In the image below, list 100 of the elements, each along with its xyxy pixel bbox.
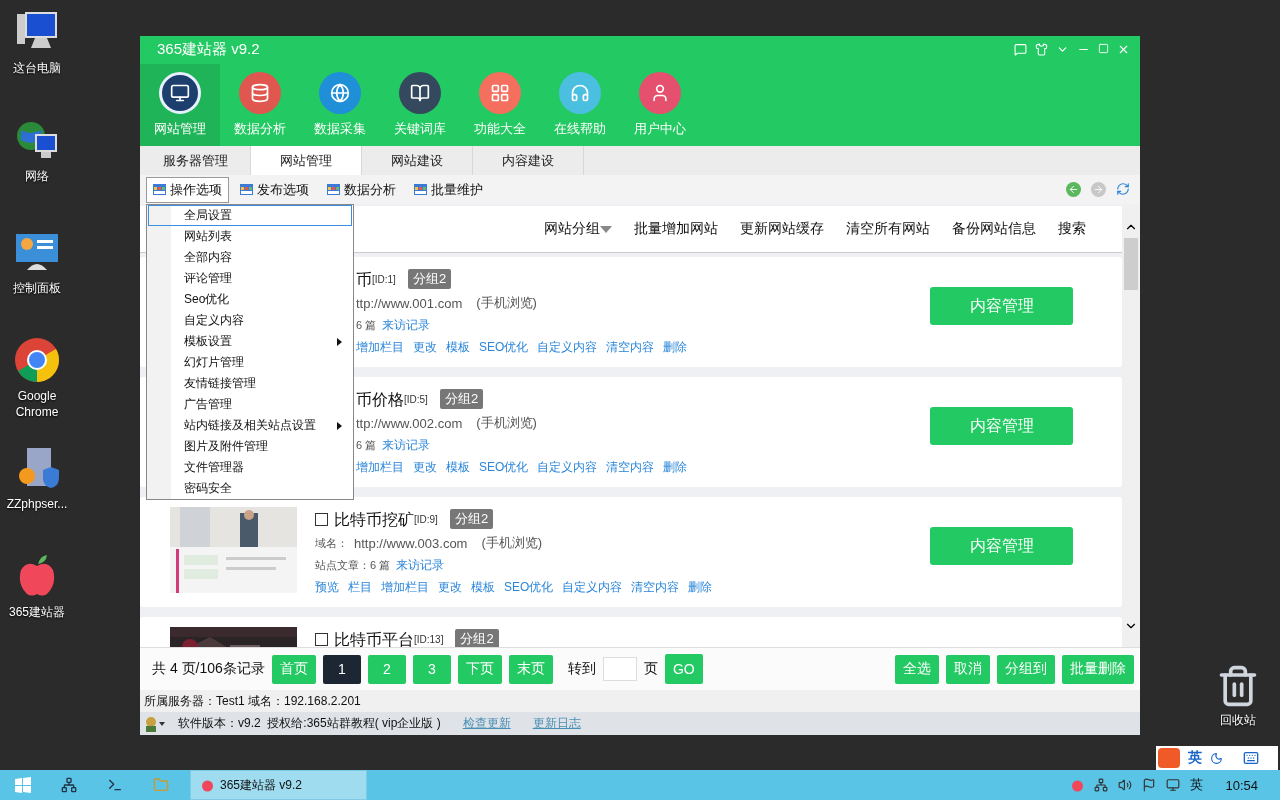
menu-item[interactable]: 图片及附件管理 xyxy=(148,436,352,457)
page-input[interactable] xyxy=(602,657,637,682)
scrollbar-thumb[interactable] xyxy=(1124,238,1138,291)
content-manage-button[interactable]: 内容管理 xyxy=(930,287,1073,326)
header-action[interactable]: 网站分组 xyxy=(544,220,612,239)
keyboard-icon[interactable] xyxy=(1243,750,1259,766)
site-action-link[interactable]: 清空内容 xyxy=(631,579,680,597)
menu-item[interactable]: 网站列表 xyxy=(148,226,352,247)
site-action-link[interactable]: 更改 xyxy=(438,579,462,597)
batch-action-button[interactable]: 全选 xyxy=(895,654,939,684)
site-action-link[interactable]: 删除 xyxy=(663,339,688,357)
footer-link[interactable]: 更新日志 xyxy=(532,715,581,732)
header-action[interactable]: 更新网站缓存 xyxy=(740,220,824,239)
input-language[interactable]: 英 xyxy=(1190,776,1204,794)
site-action-link[interactable]: 删除 xyxy=(663,459,688,477)
site-action-link[interactable]: 增加栏目 xyxy=(356,459,404,477)
terminal-icon[interactable] xyxy=(107,777,123,793)
content-manage-button[interactable]: 内容管理 xyxy=(930,407,1073,446)
server-manager-icon[interactable] xyxy=(61,777,77,793)
footer-link[interactable]: 检查更新 xyxy=(462,715,511,732)
site-action-link[interactable]: SEO优化 xyxy=(479,339,529,357)
site-action-link[interactable]: 更改 xyxy=(413,459,437,477)
menu-item[interactable]: 密码安全 xyxy=(148,478,352,499)
nav-tab[interactable]: 功能大全 xyxy=(460,63,540,146)
nav-tab[interactable]: 数据分析 xyxy=(220,63,300,146)
page-button[interactable]: 首页 xyxy=(271,654,316,684)
menu-item[interactable]: 评论管理 xyxy=(148,268,352,289)
nav-tab[interactable]: 在线帮助 xyxy=(540,63,620,146)
page-button[interactable]: 2 xyxy=(367,654,406,684)
windows-icon[interactable] xyxy=(15,777,31,793)
toolbar-button[interactable]: 数据分析 xyxy=(320,176,403,203)
site-action-link[interactable]: 删除 xyxy=(688,579,713,597)
content-manage-button[interactable]: 内容管理 xyxy=(930,527,1073,566)
batch-action-button[interactable]: 批量删除 xyxy=(1062,654,1134,684)
speaker-icon[interactable] xyxy=(1118,778,1133,792)
desktop-icon-label[interactable]: 回收站 xyxy=(1220,712,1256,728)
maximize-icon[interactable] xyxy=(1098,43,1109,55)
display-icon[interactable] xyxy=(1166,778,1181,792)
desktop-icon-label[interactable]: 网络 xyxy=(2,168,72,184)
desktop-icon-label[interactable]: Google Chrome xyxy=(2,388,72,420)
menu-item[interactable]: 友情链接管理 xyxy=(148,373,352,394)
checkbox[interactable] xyxy=(315,512,328,526)
site-action-link[interactable]: 清空内容 xyxy=(606,339,655,357)
site-action-link[interactable]: 自定义内容 xyxy=(537,459,598,477)
batch-action-button[interactable]: 取消 xyxy=(946,654,990,684)
checkbox[interactable] xyxy=(315,632,328,646)
go-button[interactable]: GO xyxy=(664,654,703,685)
page-button[interactable]: 下页 xyxy=(457,654,502,684)
shirt-icon[interactable] xyxy=(1035,43,1048,57)
page-button[interactable]: 末页 xyxy=(508,654,553,684)
clock[interactable]: 10:54 xyxy=(1225,777,1258,793)
tab[interactable]: 网站管理 xyxy=(251,145,362,176)
site-action-link[interactable]: 模板 xyxy=(446,339,470,357)
back-icon[interactable] xyxy=(1066,182,1081,198)
refresh-icon[interactable] xyxy=(1116,182,1130,197)
visits-link[interactable]: 来访记录 xyxy=(382,437,431,455)
desktop-icon-label[interactable]: 365建站器 xyxy=(2,604,72,620)
chat-icon[interactable] xyxy=(1014,43,1027,57)
site-action-link[interactable]: 更改 xyxy=(413,339,437,357)
desktop-icon-label[interactable]: ZZphpser... xyxy=(2,496,72,512)
site-action-link[interactable]: 自定义内容 xyxy=(537,339,598,357)
flag-icon[interactable] xyxy=(1142,778,1157,792)
visits-link[interactable]: 来访记录 xyxy=(396,557,445,575)
menu-item[interactable]: 幻灯片管理 xyxy=(148,352,352,373)
site-action-link[interactable]: 模板 xyxy=(471,579,495,597)
toolbar-button[interactable]: 操作选项 xyxy=(146,176,229,203)
nav-tab[interactable]: 网站管理 xyxy=(140,63,220,146)
nav-tab[interactable]: 关键词库 xyxy=(380,63,460,146)
nav-tab[interactable]: 用户中心 xyxy=(620,63,700,146)
site-action-link[interactable]: 栏目 xyxy=(348,579,372,597)
page-button[interactable]: 1 xyxy=(322,654,361,684)
desktop-icon-label[interactable]: 这台电脑 xyxy=(2,60,72,76)
toolbar-button[interactable]: 批量维护 xyxy=(407,176,490,203)
network-icon[interactable] xyxy=(1094,778,1109,792)
header-action[interactable]: 清空所有网站 xyxy=(846,220,930,239)
header-action[interactable]: 批量增加网站 xyxy=(634,220,718,239)
header-action[interactable]: 备份网站信息 xyxy=(952,220,1036,239)
menu-item[interactable]: 站内链接及相关站点设置 xyxy=(148,415,352,436)
moon-icon[interactable] xyxy=(1210,751,1223,765)
menu-item[interactable]: 文件管理器 xyxy=(148,457,352,478)
site-action-link[interactable]: 自定义内容 xyxy=(562,579,623,597)
site-action-link[interactable]: 预览 xyxy=(315,579,339,597)
site-action-link[interactable]: SEO优化 xyxy=(504,579,554,597)
nav-tab[interactable]: 数据采集 xyxy=(300,63,380,146)
menu-item[interactable]: 模板设置 xyxy=(148,331,352,352)
menu-item[interactable]: 全局设置 xyxy=(148,205,352,226)
apple-icon[interactable] xyxy=(1071,778,1085,792)
batch-action-button[interactable]: 分组到 xyxy=(997,654,1055,684)
ime-mode[interactable]: 英 xyxy=(1188,749,1202,767)
site-action-link[interactable]: SEO优化 xyxy=(479,459,529,477)
site-action-link[interactable]: 增加栏目 xyxy=(381,579,429,597)
header-action[interactable]: 搜索 xyxy=(1058,220,1086,239)
menu-item[interactable]: Seo优化 xyxy=(148,289,352,310)
site-action-link[interactable]: 增加栏目 xyxy=(356,339,404,357)
taskbar-app[interactable]: 365建站器 v9.2 xyxy=(190,770,367,800)
visits-link[interactable]: 来访记录 xyxy=(382,317,431,335)
toolbar-button[interactable]: 发布选项 xyxy=(233,176,316,203)
menu-item[interactable]: 全部内容 xyxy=(148,247,352,268)
user-badge-icon[interactable] xyxy=(144,715,166,732)
site-action-link[interactable]: 清空内容 xyxy=(606,459,655,477)
